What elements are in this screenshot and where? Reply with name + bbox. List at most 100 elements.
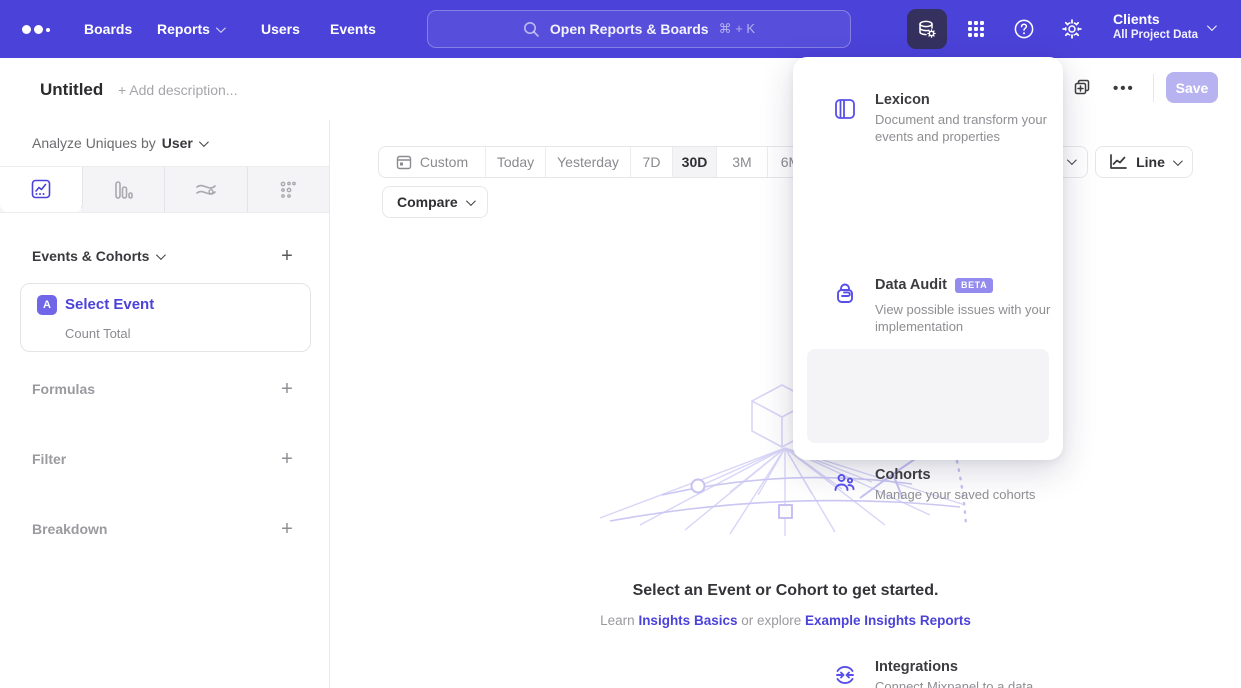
- search-placeholder: Open Reports & Boards: [550, 21, 709, 37]
- tab-flow[interactable]: [165, 167, 248, 212]
- nav-boards[interactable]: Boards: [84, 0, 132, 58]
- apps-grid-button[interactable]: [956, 9, 996, 49]
- top-nav-bar: Boards Reports Users Events Open Reports…: [0, 0, 1241, 58]
- range-custom-label: Custom: [420, 154, 468, 170]
- visualization-tabs: [0, 166, 329, 213]
- chevron-down-icon: [1207, 21, 1217, 31]
- global-search-input[interactable]: Open Reports & Boards ⌘ + K: [427, 10, 851, 48]
- range-3m[interactable]: 3M: [716, 147, 767, 177]
- chevron-down-icon: [1067, 155, 1077, 165]
- add-event-button[interactable]: +: [278, 248, 296, 266]
- chevron-down-icon: [216, 23, 226, 33]
- compare-label: Compare: [397, 194, 458, 210]
- integrations-desc: Connect Mixpanel to a data pipeline or c…: [875, 678, 1055, 688]
- org-name: Clients: [1113, 10, 1198, 28]
- nav-users[interactable]: Users: [261, 0, 300, 58]
- or-explore-text: or explore: [737, 613, 805, 628]
- empty-state-subtext: Learn Insights Basics or explore Example…: [330, 613, 1241, 628]
- nav-reports-label: Reports: [157, 21, 210, 37]
- analyze-prefix-label: Analyze Uniques by: [32, 135, 156, 151]
- add-filter-button[interactable]: +: [278, 451, 296, 469]
- insights-basics-link[interactable]: Insights Basics: [638, 613, 737, 628]
- empty-state-heading: Select an Event or Cohort to get started…: [330, 582, 1241, 600]
- date-range-control: Custom Today Yesterday 7D 30D 3M 6M: [378, 146, 814, 178]
- lexicon-desc: Document and transform your events and p…: [875, 111, 1055, 145]
- tab-bar-chart[interactable]: [83, 167, 166, 212]
- bar-chart-icon: [112, 179, 134, 201]
- project-scope: All Project Data: [1113, 28, 1198, 43]
- nav-reports[interactable]: Reports: [157, 0, 223, 58]
- flow-icon: [194, 179, 218, 201]
- nav-boards-label: Boards: [84, 21, 132, 37]
- nav-events-label: Events: [330, 21, 376, 37]
- menu-item-cohorts[interactable]: Cohorts Manage your saved cohorts: [793, 247, 1063, 327]
- lexicon-title: Lexicon: [875, 92, 930, 108]
- menu-item-lexicon[interactable]: Lexicon Document and transform your even…: [793, 57, 1063, 152]
- menu-item-integrations[interactable]: Integrations Connect Mixpanel to a data …: [793, 349, 1063, 443]
- cohorts-desc: Manage your saved cohorts: [875, 486, 1055, 503]
- data-management-button[interactable]: [907, 9, 947, 49]
- select-event-label[interactable]: Select Event: [65, 296, 154, 313]
- report-description-placeholder[interactable]: + Add description...: [118, 82, 237, 98]
- range-yesterday-label: Yesterday: [557, 154, 619, 170]
- more-actions-button[interactable]: •••: [1113, 80, 1135, 97]
- add-formula-button[interactable]: +: [278, 381, 296, 399]
- question-circle-icon: [1013, 18, 1035, 40]
- tab-insights[interactable]: [0, 167, 83, 212]
- database-gear-icon: [916, 18, 938, 40]
- chart-type-label: Line: [1136, 154, 1165, 170]
- chevron-down-icon: [199, 137, 209, 147]
- duplicate-report-button[interactable]: [1072, 78, 1092, 98]
- learn-prefix: Learn: [600, 613, 638, 628]
- range-yesterday[interactable]: Yesterday: [545, 147, 630, 177]
- save-button[interactable]: Save: [1166, 72, 1218, 103]
- range-custom[interactable]: Custom: [379, 147, 485, 177]
- filter-section: Filter +: [0, 451, 330, 471]
- mixpanel-logo-icon[interactable]: [22, 21, 52, 37]
- range-3m-label: 3M: [732, 154, 751, 170]
- range-30d[interactable]: 30D: [672, 147, 716, 177]
- nav-users-label: Users: [261, 21, 300, 37]
- breakdown-section: Breakdown +: [0, 521, 330, 541]
- insights-chart-icon: [30, 178, 52, 200]
- breakdown-label: Breakdown: [32, 521, 107, 537]
- nav-events[interactable]: Events: [330, 0, 376, 58]
- example-insights-reports-link[interactable]: Example Insights Reports: [805, 613, 971, 628]
- help-button[interactable]: [1004, 9, 1044, 49]
- integrations-title: Integrations: [875, 659, 958, 675]
- data-management-menu: Lexicon Document and transform your even…: [793, 57, 1063, 460]
- range-30d-label: 30D: [682, 154, 708, 170]
- apps-grid-icon: [966, 19, 986, 39]
- settings-button[interactable]: [1052, 9, 1092, 49]
- events-cohorts-header[interactable]: Events & Cohorts: [32, 248, 163, 264]
- report-title[interactable]: Untitled: [40, 80, 103, 100]
- menu-item-data-audit[interactable]: Data AuditBETA View possible issues with…: [793, 152, 1063, 247]
- analyze-uniques-selector[interactable]: Analyze Uniques by User: [32, 135, 206, 151]
- project-switcher[interactable]: Clients All Project Data: [1113, 10, 1198, 43]
- gear-icon: [1061, 18, 1083, 40]
- count-total-label[interactable]: Count Total: [65, 326, 131, 341]
- formulas-section: Formulas +: [0, 381, 330, 401]
- cohorts-users-icon: [833, 471, 857, 495]
- range-today[interactable]: Today: [485, 147, 545, 177]
- integrations-sync-icon: [833, 663, 857, 687]
- event-letter-badge: A: [37, 295, 57, 315]
- chevron-down-icon: [1173, 156, 1183, 166]
- line-chart-icon: [1108, 153, 1128, 171]
- copy-plus-icon: [1072, 78, 1092, 98]
- formulas-label: Formulas: [32, 381, 95, 397]
- query-builder-sidebar: Analyze Uniques by User: [0, 120, 330, 688]
- chart-type-dropdown[interactable]: Line: [1095, 146, 1193, 178]
- add-breakdown-button[interactable]: +: [278, 521, 296, 539]
- range-today-label: Today: [497, 154, 534, 170]
- range-7d[interactable]: 7D: [630, 147, 672, 177]
- tab-scatter[interactable]: [248, 167, 330, 212]
- events-cohorts-label: Events & Cohorts: [32, 248, 149, 264]
- cohorts-title: Cohorts: [875, 467, 931, 483]
- mixpanel-insights-app: Boards Reports Users Events Open Reports…: [0, 0, 1241, 688]
- chevron-down-icon: [466, 196, 476, 206]
- scatter-dots-icon: [277, 179, 299, 201]
- event-row-card[interactable]: A Select Event Count Total: [20, 283, 311, 352]
- analyze-value[interactable]: User: [162, 135, 193, 151]
- compare-button[interactable]: Compare: [382, 186, 488, 218]
